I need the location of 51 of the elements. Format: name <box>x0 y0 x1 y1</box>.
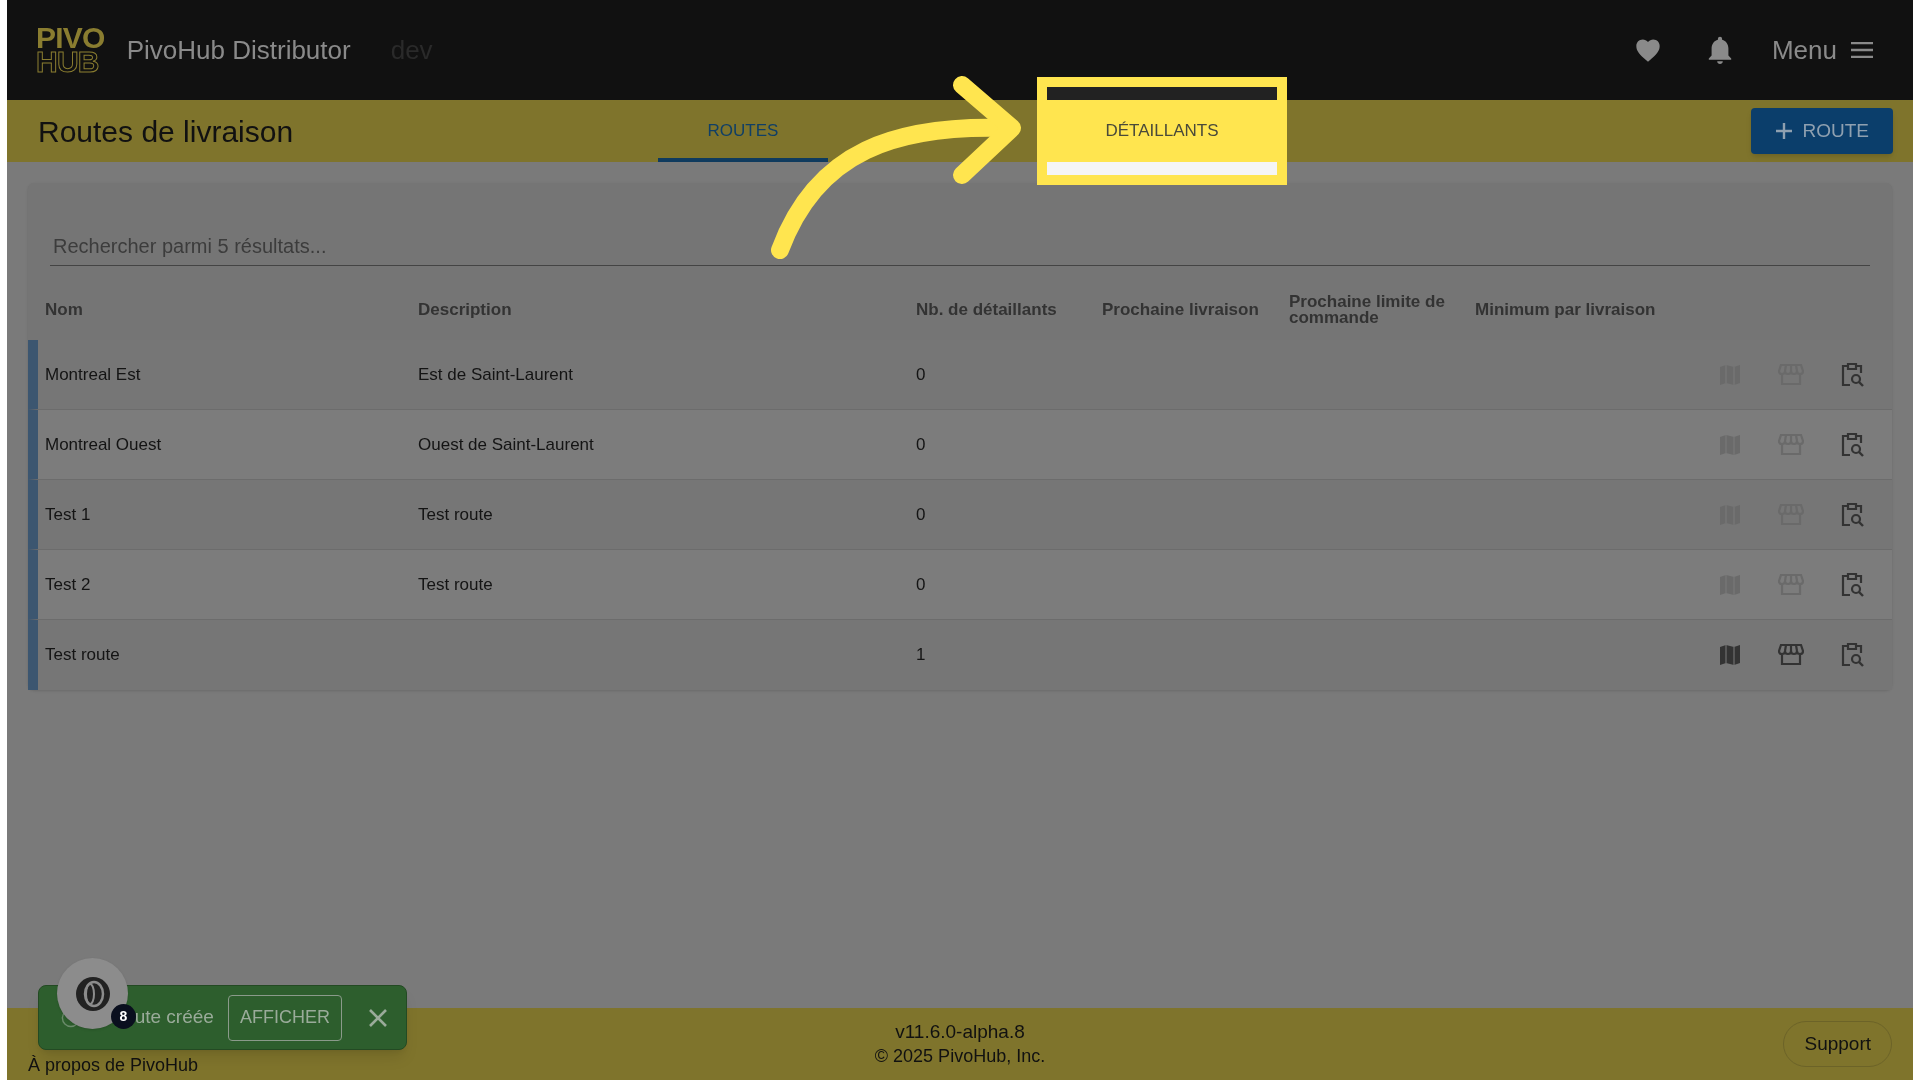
menu-button[interactable]: Menu <box>1771 30 1873 70</box>
table-cell-text: Test route <box>418 503 494 526</box>
table-cell-text: 0 <box>916 433 927 456</box>
toast-message: ute créée <box>134 1005 214 1030</box>
logo-icon <box>74 975 111 1012</box>
table-cell-text: Test route <box>45 644 121 667</box>
logo: PIVO HUB <box>36 26 105 74</box>
table-row[interactable]: Test 1 Test route 0 <box>28 480 1892 550</box>
table-row[interactable]: Test route 1 <box>28 620 1892 690</box>
copyright-text: © 2025 PivoHub, Inc. <box>874 1045 1046 1068</box>
column-header: Nb. de détaillants <box>916 302 1058 318</box>
menu-icon <box>1851 42 1873 58</box>
table-cell-text: 0 <box>916 363 927 386</box>
table-row[interactable]: Test 2 Test route 0 <box>28 550 1892 620</box>
table-cell-text: Montreal Est <box>45 363 142 386</box>
clipboard-search-icon <box>1839 361 1865 388</box>
search-field[interactable]: Rechercher parmi 5 résultats... <box>50 228 1870 266</box>
close-icon <box>368 1008 387 1027</box>
show-button[interactable]: AFFICHER <box>227 994 342 1041</box>
map-icon <box>1718 643 1742 667</box>
clipboard-search-icon <box>1839 571 1865 598</box>
version-text: v11.6.0-alpha.8 <box>895 1020 1025 1044</box>
column-header: Minimum par livraison <box>1475 302 1657 318</box>
table-cell-text: Test route <box>418 573 494 596</box>
table-row[interactable]: Montreal Ouest Ouest de Saint-Laurent 0 <box>28 410 1892 480</box>
clipboard-search-icon <box>1839 431 1865 458</box>
table-cell-text: 0 <box>916 573 927 596</box>
column-header: Prochaine livraison <box>1102 302 1260 318</box>
clipboard-search-icon <box>1839 642 1865 668</box>
tab[interactable]: ROUTES <box>658 100 828 162</box>
table-cell-text: Montreal Ouest <box>45 433 163 456</box>
column-header: Prochaine limite de commande <box>1289 294 1446 326</box>
table-cell-text: 0 <box>916 503 927 526</box>
column-header: Description <box>418 302 513 318</box>
store-icon <box>1778 643 1804 667</box>
add-route-button[interactable]: ROUTE <box>1750 108 1893 154</box>
column-header: Nom <box>45 302 84 318</box>
plus-icon <box>1774 122 1793 140</box>
table-cell-text: Test 2 <box>45 573 92 596</box>
app-name: PivoHub Distributor <box>126 33 351 67</box>
table-cell-text: 1 <box>916 644 927 667</box>
page-title: Routes de livraison <box>38 113 295 150</box>
table-row[interactable]: Montreal Est Est de Saint-Laurent 0 <box>28 340 1892 410</box>
about-link[interactable]: À propos de PivoHub <box>28 1051 199 1079</box>
table-cell-text: Test 1 <box>45 503 92 526</box>
clipboard-search-icon <box>1839 501 1865 528</box>
tab[interactable]: DÉTAILLANTS <box>1047 100 1277 162</box>
bell-icon <box>1707 36 1732 64</box>
heart-icon <box>1633 37 1662 63</box>
table-cell-text: Ouest de Saint-Laurent <box>418 433 595 456</box>
table-cell-text: Est de Saint-Laurent <box>418 363 574 386</box>
